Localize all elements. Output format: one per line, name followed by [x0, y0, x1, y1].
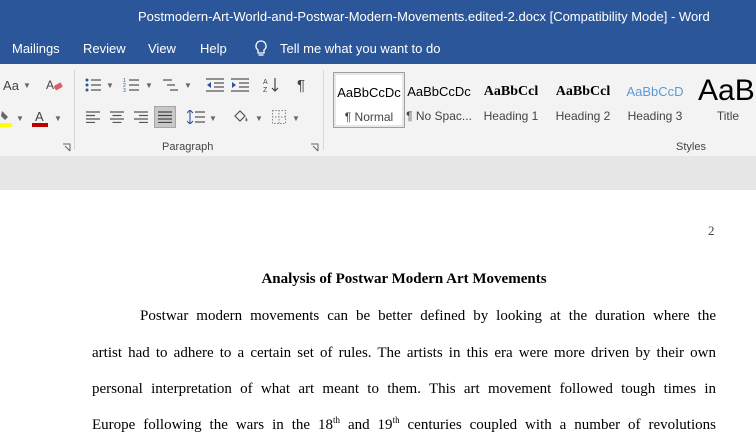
align-center-icon[interactable]	[108, 108, 126, 126]
bullets-icon[interactable]	[84, 76, 102, 94]
body-line: Postwar modern movements can be better d…	[140, 308, 716, 324]
document-background	[0, 156, 756, 190]
multilevel-list-icon[interactable]	[162, 76, 180, 94]
show-formatting-marks-icon[interactable]: ¶	[292, 76, 310, 94]
svg-text:A: A	[263, 79, 268, 86]
style-sample: AaBbCcDc	[337, 85, 401, 100]
superscript: th	[332, 415, 340, 425]
style-name: Heading 3	[627, 109, 683, 123]
shading-icon[interactable]	[232, 108, 250, 126]
text-run: and 19	[340, 417, 393, 433]
styles-group-label: Styles	[676, 141, 706, 153]
body-line: artist had to adhere to a certain set of…	[92, 345, 716, 361]
chevron-down-icon: ▼	[209, 114, 217, 123]
style-sample: AaBbCcD	[626, 84, 684, 99]
chevron-down-icon: ▼	[145, 81, 153, 90]
tab-mailings[interactable]: Mailings	[12, 41, 60, 56]
style-sample: AaBbCcDc	[407, 84, 471, 99]
ribbon: Aa ▼ A ▼ A ▼ ▼ 123 ▼ ▼ AZ ¶ ▼ ▼ ▼ Paragr…	[0, 64, 756, 157]
highlight-color-button[interactable]	[0, 108, 12, 128]
svg-text:3: 3	[123, 88, 126, 92]
chevron-down-icon: ▼	[54, 114, 62, 123]
body-line: Europe following the wars in the 18th an…	[92, 415, 716, 434]
style-heading-1[interactable]: AaBbCcl Heading 1	[476, 72, 546, 126]
group-separator	[74, 70, 75, 150]
document-page[interactable]: 2 Analysis of Postwar Modern Art Movemen…	[0, 190, 756, 448]
style-normal[interactable]: AaBbCcDc ¶ Normal	[333, 72, 405, 128]
paragraph-group-label: Paragraph	[162, 141, 214, 153]
style-no-spacing[interactable]: AaBbCcDc ¶ No Spac...	[404, 72, 474, 126]
style-heading-3[interactable]: AaBbCcD Heading 3	[620, 72, 690, 126]
chevron-down-icon: ▼	[16, 114, 24, 123]
chevron-down-icon: ▼	[255, 114, 263, 123]
text-run: Europe following the wars in the 18	[92, 417, 333, 433]
style-sample: AaBbCcl	[483, 84, 539, 99]
paragraph-dialog-launcher-icon[interactable]	[308, 141, 320, 153]
font-color-button[interactable]: A	[30, 108, 50, 128]
page-number: 2	[708, 223, 715, 238]
style-name: ¶ No Spac...	[406, 109, 472, 123]
align-left-icon[interactable]	[84, 108, 102, 126]
justify-icon[interactable]	[154, 106, 176, 128]
chevron-down-icon: ▼	[292, 114, 300, 123]
svg-text:Z: Z	[263, 87, 268, 93]
svg-text:A: A	[35, 109, 44, 124]
ribbon-tabs: Mailings Review View Help Tell me what y…	[0, 34, 756, 64]
text-run: centuries coupled with a number of revol…	[399, 417, 716, 433]
window-title: Postmodern-Art-World-and-Postwar-Modern-…	[138, 9, 710, 24]
change-case-button[interactable]: Aa	[0, 76, 22, 94]
tab-review[interactable]: Review	[83, 41, 126, 56]
body-line: personal interpretation of what art mean…	[92, 381, 716, 397]
style-name: Heading 2	[555, 109, 611, 123]
style-name: Title	[716, 109, 740, 123]
style-name: ¶ Normal	[344, 110, 394, 124]
chevron-down-icon: ▼	[23, 81, 31, 90]
borders-icon[interactable]	[270, 108, 288, 126]
style-name: Heading 1	[483, 109, 539, 123]
font-dialog-launcher-icon[interactable]	[60, 141, 72, 153]
sort-icon[interactable]: AZ	[262, 76, 280, 94]
style-sample: AaBbCcl	[555, 84, 611, 99]
tell-me-search[interactable]: Tell me what you want to do	[280, 41, 440, 56]
tab-view[interactable]: View	[148, 41, 176, 56]
clear-formatting-icon[interactable]: A	[44, 76, 64, 94]
line-spacing-icon[interactable]	[186, 108, 206, 126]
style-sample: AaB	[698, 74, 755, 107]
lightbulb-icon	[254, 40, 268, 61]
tab-help[interactable]: Help	[200, 41, 227, 56]
chevron-down-icon: ▼	[184, 81, 192, 90]
numbering-icon[interactable]: 123	[122, 76, 140, 94]
increase-indent-icon[interactable]	[230, 76, 250, 94]
style-title[interactable]: AaB Title	[694, 72, 756, 126]
align-right-icon[interactable]	[132, 108, 150, 126]
style-heading-2[interactable]: AaBbCcl Heading 2	[548, 72, 618, 126]
group-separator	[323, 70, 324, 150]
document-heading: Analysis of Postwar Modern Art Movements	[261, 271, 547, 287]
svg-text:A: A	[46, 78, 54, 92]
decrease-indent-icon[interactable]	[205, 76, 225, 94]
title-bar: Postmodern-Art-World-and-Postwar-Modern-…	[0, 0, 756, 34]
chevron-down-icon: ▼	[106, 81, 114, 90]
superscript: th	[392, 415, 400, 425]
